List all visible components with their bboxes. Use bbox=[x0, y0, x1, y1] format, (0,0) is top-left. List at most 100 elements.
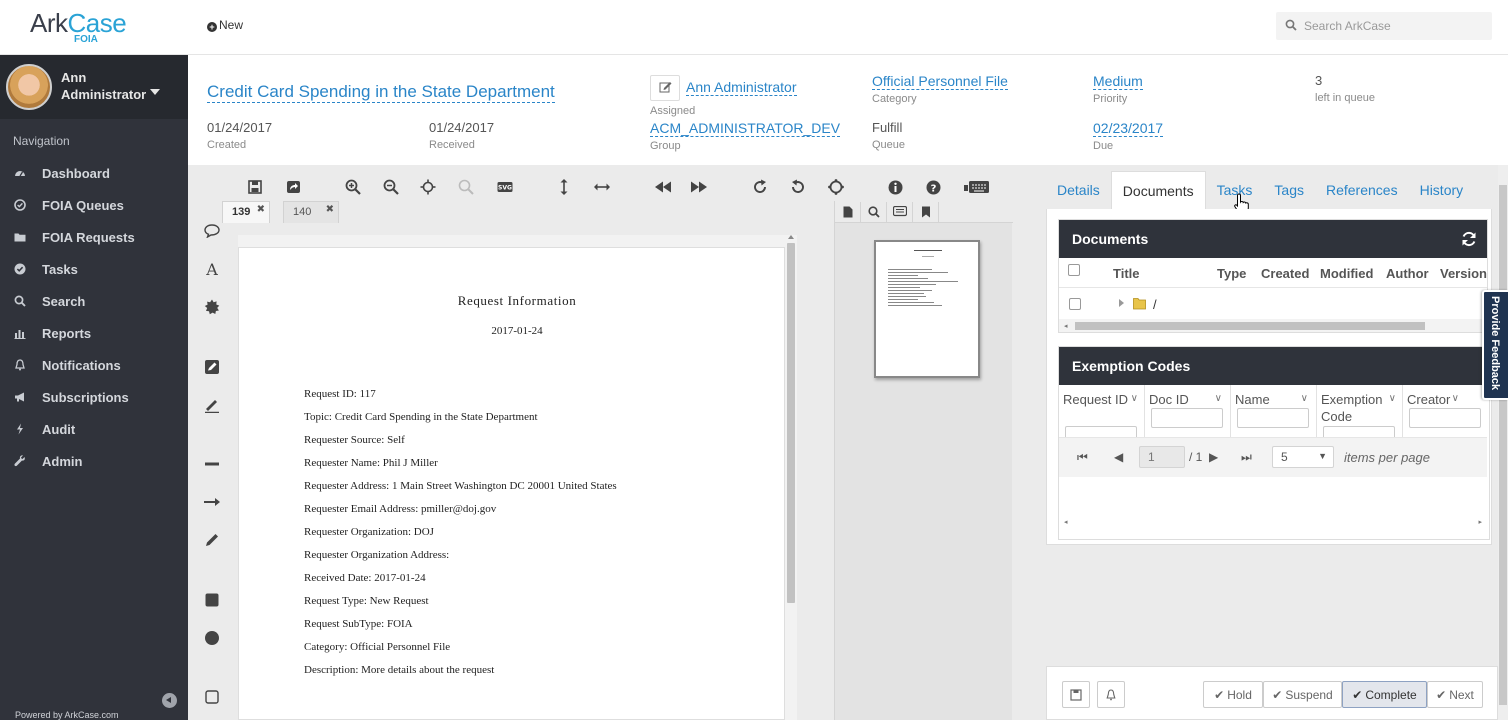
prev-page-icon[interactable]: ◀ bbox=[1114, 450, 1123, 464]
row-checkbox[interactable] bbox=[1069, 298, 1081, 310]
tab-history[interactable]: History bbox=[1409, 175, 1475, 209]
first-page-icon[interactable]: ⏮ bbox=[1077, 450, 1088, 465]
rotate-left-icon[interactable] bbox=[789, 178, 807, 196]
scroll-right-icon[interactable]: ▸ bbox=[1478, 518, 1482, 526]
scroll-up-icon[interactable] bbox=[788, 235, 794, 239]
page-number-input[interactable]: 1 bbox=[1139, 446, 1185, 468]
right-scrollbar[interactable] bbox=[1498, 165, 1508, 720]
keyboard-icon[interactable] bbox=[964, 178, 990, 196]
close-icon[interactable]: ✖ bbox=[257, 204, 265, 215]
sidebar-item-admin[interactable]: Admin bbox=[0, 445, 188, 477]
pencil-icon[interactable] bbox=[200, 530, 224, 550]
caret-down-icon[interactable] bbox=[150, 89, 160, 95]
scrollbar-thumb[interactable] bbox=[1499, 185, 1507, 705]
arrow-tool-icon[interactable] bbox=[200, 492, 224, 512]
provide-feedback-button[interactable]: Provide Feedback bbox=[1482, 290, 1508, 400]
chevron-down-icon[interactable]: ∨ bbox=[1215, 393, 1222, 404]
scroll-left-icon[interactable]: ◂ bbox=[1064, 322, 1068, 330]
tab-references[interactable]: References bbox=[1315, 175, 1409, 209]
tab-doc-140[interactable]: 140 ✖ bbox=[283, 201, 339, 223]
tab-tags[interactable]: Tags bbox=[1263, 175, 1315, 209]
user-menu[interactable]: Ann Administrator bbox=[0, 55, 188, 119]
chevron-down-icon[interactable]: ∨ bbox=[1389, 393, 1396, 404]
due-value[interactable]: 02/23/2017 bbox=[1093, 120, 1164, 137]
suspend-button[interactable]: ✔ Suspend bbox=[1263, 681, 1342, 708]
name-filter[interactable] bbox=[1237, 408, 1309, 428]
save-icon[interactable] bbox=[246, 178, 264, 196]
bookmark-icon[interactable] bbox=[913, 202, 939, 222]
sidebar-item-notifications[interactable]: Notifications bbox=[0, 349, 188, 381]
settings-icon[interactable] bbox=[827, 178, 845, 196]
scroll-left-icon[interactable]: ◂ bbox=[1064, 518, 1068, 526]
page-scrollbar[interactable] bbox=[785, 235, 797, 720]
documents-hscrollbar[interactable]: ◂ bbox=[1059, 319, 1487, 332]
complete-button[interactable]: ✔ Complete bbox=[1342, 681, 1427, 708]
save-button[interactable] bbox=[1062, 681, 1090, 708]
next-page-icon[interactable]: ▶ bbox=[1209, 450, 1218, 464]
rectangle-tool-icon[interactable] bbox=[200, 590, 224, 610]
text-tool-icon[interactable]: A bbox=[200, 259, 224, 279]
sidebar-item-dashboard[interactable]: Dashboard bbox=[0, 157, 188, 189]
edit-box-icon[interactable] bbox=[200, 357, 224, 377]
scrollbar-thumb[interactable] bbox=[1075, 322, 1425, 330]
tab-documents[interactable]: Documents bbox=[1110, 171, 1206, 209]
scrollbar-thumb[interactable] bbox=[787, 243, 795, 603]
zoom-in-icon[interactable] bbox=[344, 178, 362, 196]
sidebar-item-foia-requests[interactable]: FOIA Requests bbox=[0, 221, 188, 253]
notify-button[interactable] bbox=[1097, 681, 1125, 708]
sidebar-item-search[interactable]: Search bbox=[0, 285, 188, 317]
comment-icon[interactable] bbox=[200, 221, 224, 241]
search-disabled-icon[interactable] bbox=[457, 178, 475, 196]
stamp-icon[interactable] bbox=[200, 297, 224, 317]
search-input[interactable] bbox=[1304, 16, 1484, 36]
page-thumbnail[interactable] bbox=[874, 240, 980, 378]
fit-width-icon[interactable] bbox=[593, 178, 611, 196]
refresh-icon[interactable] bbox=[1461, 231, 1477, 247]
checkbox-tool-icon[interactable] bbox=[200, 687, 224, 707]
zoom-out-icon[interactable] bbox=[382, 178, 400, 196]
comments-icon[interactable] bbox=[887, 202, 913, 222]
highlight-icon[interactable] bbox=[200, 395, 224, 415]
last-page-icon[interactable]: ⏭ bbox=[1241, 450, 1252, 465]
exemption-hscrollbar[interactable]: ◂ ▸ bbox=[1059, 517, 1487, 529]
col-author[interactable]: Author bbox=[1386, 266, 1429, 281]
edit-assignee-button[interactable] bbox=[650, 75, 680, 101]
tab-details[interactable]: Details bbox=[1046, 175, 1111, 209]
sidebar-item-foia-queues[interactable]: FOIA Queues bbox=[0, 189, 188, 221]
select-all-checkbox[interactable] bbox=[1068, 264, 1080, 276]
col-version[interactable]: Version bbox=[1440, 266, 1487, 281]
global-search[interactable] bbox=[1276, 12, 1492, 40]
search-icon[interactable] bbox=[861, 202, 887, 222]
chevron-down-icon[interactable]: ∨ bbox=[1301, 393, 1308, 404]
col-modified[interactable]: Modified bbox=[1320, 266, 1373, 281]
sidebar-item-audit[interactable]: Audit bbox=[0, 413, 188, 445]
file-icon[interactable] bbox=[835, 202, 861, 222]
col-title[interactable]: Title bbox=[1113, 266, 1140, 281]
last-page-icon[interactable] bbox=[690, 178, 708, 196]
close-icon[interactable]: ✖ bbox=[326, 204, 334, 215]
sidebar-item-tasks[interactable]: Tasks bbox=[0, 253, 188, 285]
share-icon[interactable] bbox=[284, 178, 302, 196]
hold-button[interactable]: ✔ Hold bbox=[1203, 681, 1263, 708]
category-value[interactable]: Official Personnel File bbox=[872, 73, 1008, 90]
sidebar-item-subscriptions[interactable]: Subscriptions bbox=[0, 381, 188, 413]
group-value[interactable]: ACM_ADMINISTRATOR_DEV bbox=[650, 120, 841, 137]
arkcase-logo[interactable]: ArkCase FOIA bbox=[30, 8, 140, 48]
first-page-icon[interactable] bbox=[654, 178, 672, 196]
table-row[interactable]: / bbox=[1059, 288, 1487, 319]
items-per-page-select[interactable]: 5 ▼ bbox=[1272, 446, 1334, 468]
tab-doc-139[interactable]: 139 ✖ bbox=[222, 201, 270, 223]
creator-filter[interactable] bbox=[1409, 408, 1481, 428]
sidebar-item-reports[interactable]: Reports bbox=[0, 317, 188, 349]
new-button[interactable]: + New bbox=[207, 18, 243, 32]
expand-icon[interactable] bbox=[1119, 299, 1124, 307]
fit-height-icon[interactable] bbox=[555, 178, 573, 196]
svg-export-icon[interactable]: SVG bbox=[496, 178, 514, 196]
col-created[interactable]: Created bbox=[1261, 266, 1309, 281]
chevron-down-icon[interactable]: ∨ bbox=[1452, 393, 1459, 404]
circle-tool-icon[interactable] bbox=[200, 628, 224, 648]
line-tool-icon[interactable] bbox=[200, 454, 224, 474]
collapse-sidebar-icon[interactable] bbox=[162, 693, 177, 708]
info-icon[interactable] bbox=[886, 178, 904, 196]
fit-page-icon[interactable] bbox=[419, 178, 437, 196]
